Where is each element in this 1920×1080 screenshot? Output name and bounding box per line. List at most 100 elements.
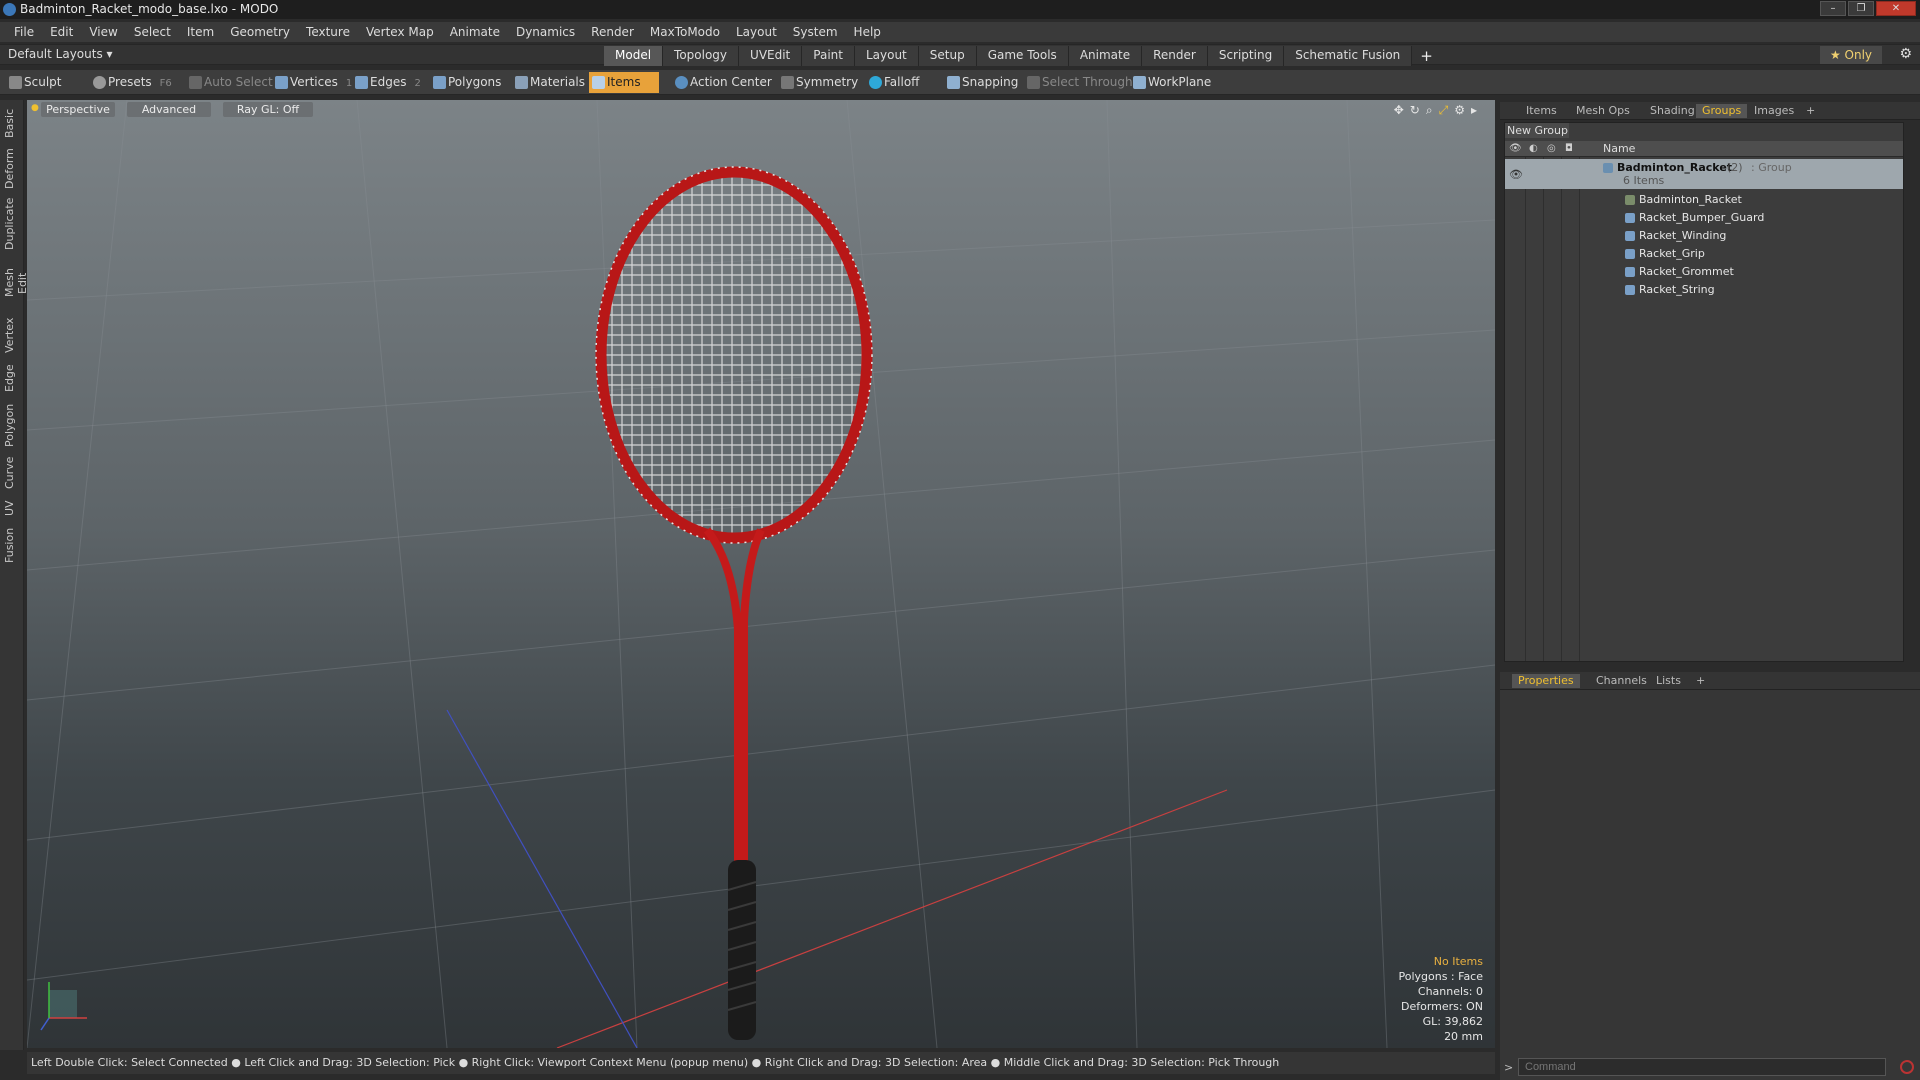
tab-render[interactable]: Render [1142, 46, 1208, 66]
list-item[interactable]: Racket_Grip [1505, 245, 1903, 262]
menu-animate[interactable]: Animate [442, 25, 508, 39]
viewport-settings-icon[interactable]: ⚙ [1454, 103, 1465, 118]
menu-file[interactable]: File [6, 25, 42, 39]
list-item[interactable]: Racket_Winding [1505, 227, 1903, 244]
left-tab-edge[interactable]: Edge [3, 362, 21, 394]
list-item[interactable]: Racket_Grommet [1505, 263, 1903, 280]
tab-setup[interactable]: Setup [918, 46, 977, 66]
rotate-view-icon[interactable]: ↻ [1410, 103, 1420, 118]
left-tab-duplicate[interactable]: Duplicate [3, 198, 21, 250]
render-icon[interactable]: ◐ [1529, 143, 1538, 154]
vertices-icon [275, 76, 288, 89]
left-tab-deform[interactable]: Deform [3, 148, 21, 190]
snapping-button[interactable]: Snapping [944, 72, 1018, 93]
select-through-button[interactable]: Select Through [1024, 72, 1133, 93]
menu-geometry[interactable]: Geometry [222, 25, 298, 39]
menu-edit[interactable]: Edit [42, 25, 81, 39]
group-row-badminton-racket[interactable]: 👁 Badminton_Racket (2) : Group 6 Items [1505, 159, 1903, 189]
move-view-icon[interactable]: ✥ [1394, 103, 1404, 118]
add-panel-tab-button[interactable]: + [1800, 104, 1821, 118]
menu-view[interactable]: View [81, 25, 125, 39]
expand-arrow-icon[interactable]: ▸ [1471, 103, 1477, 118]
group-visibility-icon[interactable]: 👁 [1509, 166, 1523, 183]
visibility-eye-icon[interactable]: 👁 [1509, 143, 1522, 154]
menu-item[interactable]: Item [179, 25, 222, 39]
tab-items[interactable]: Items [1520, 104, 1563, 118]
raygl-button[interactable]: Ray GL: Off [223, 102, 313, 117]
left-tab-uv[interactable]: UV [3, 498, 21, 518]
left-tab-vertex[interactable]: Vertex [3, 316, 21, 354]
tab-schematic-fusion[interactable]: Schematic Fusion [1284, 46, 1413, 66]
tab-lists[interactable]: Lists [1650, 674, 1687, 688]
tab-model[interactable]: Model [604, 46, 664, 66]
menu-select[interactable]: Select [126, 25, 179, 39]
menu-help[interactable]: Help [846, 25, 889, 39]
command-history-icon[interactable] [1900, 1060, 1914, 1074]
menu-system[interactable]: System [785, 25, 846, 39]
tab-paint[interactable]: Paint [802, 46, 855, 66]
left-tab-basic[interactable]: Basic [3, 106, 21, 140]
presets-button[interactable]: Presets F6 [90, 72, 172, 93]
badminton-racket-model[interactable] [595, 166, 873, 1040]
close-button[interactable]: ✕ [1876, 1, 1916, 16]
falloff-button[interactable]: Falloff [866, 72, 919, 93]
3d-viewport[interactable]: ● Perspective Advanced Ray GL: Off ✥ ↻ ⌕… [27, 100, 1495, 1048]
groups-panel-tabs: Items Mesh Ops Shading Groups Images + [1500, 102, 1920, 120]
maximize-button[interactable]: ❐ [1848, 1, 1874, 16]
groups-list: New Group 👁 ◐ ◎ ◘ Name 👁 Badminton_Racke… [1504, 122, 1904, 662]
tab-topology[interactable]: Topology [663, 46, 740, 66]
add-tab-button[interactable]: + [1412, 46, 1441, 66]
tab-scripting[interactable]: Scripting [1207, 46, 1285, 66]
menu-texture[interactable]: Texture [298, 25, 358, 39]
tab-shading[interactable]: Shading [1644, 104, 1701, 118]
select-icon[interactable]: ◘ [1565, 143, 1573, 154]
only-toggle[interactable]: ★ Only [1820, 46, 1882, 64]
zoom-view-icon[interactable]: ⌕ [1426, 103, 1433, 118]
list-item[interactable]: Racket_Bumper_Guard [1505, 209, 1903, 226]
materials-button[interactable]: Materials [512, 72, 585, 93]
workplane-button[interactable]: WorkPlane [1130, 72, 1211, 93]
polygons-button[interactable]: Polygons [430, 72, 501, 93]
left-tab-fusion[interactable]: Fusion [3, 526, 21, 564]
perspective-button[interactable]: Perspective [41, 102, 115, 117]
action-center-button[interactable]: Action Center [672, 72, 772, 93]
left-tab-polygon[interactable]: Polygon [3, 402, 21, 448]
materials-icon [515, 76, 528, 89]
tab-game-tools[interactable]: Game Tools [976, 46, 1069, 66]
window-titlebar: Badminton_Racket_modo_base.lxo - MODO – … [0, 0, 1920, 19]
items-button[interactable]: Items [589, 72, 659, 93]
auto-select-button[interactable]: Auto Select [186, 72, 273, 93]
tab-properties[interactable]: Properties [1512, 674, 1580, 688]
menu-render[interactable]: Render [583, 25, 642, 39]
default-layouts-dropdown[interactable]: Default Layouts ▾ [8, 47, 113, 61]
menu-maxtomodo[interactable]: MaxToModo [642, 25, 728, 39]
lock-icon[interactable]: ◎ [1547, 143, 1556, 154]
add-props-tab-button[interactable]: + [1690, 674, 1711, 688]
menu-vertex-map[interactable]: Vertex Map [358, 25, 442, 39]
tab-animate[interactable]: Animate [1068, 46, 1143, 66]
symmetry-icon [781, 76, 794, 89]
viewport-scene [27, 100, 1495, 1048]
gear-icon[interactable]: ⚙ [1899, 46, 1912, 62]
command-input[interactable] [1518, 1058, 1886, 1076]
left-tab-curve[interactable]: Curve [3, 456, 21, 490]
advanced-button[interactable]: Advanced [127, 102, 211, 117]
minimize-button[interactable]: – [1820, 1, 1846, 16]
tab-uvedit[interactable]: UVEdit [739, 46, 803, 66]
menu-dynamics[interactable]: Dynamics [508, 25, 583, 39]
edges-button[interactable]: Edges 2 [352, 72, 421, 93]
symmetry-button[interactable]: Symmetry [778, 72, 858, 93]
sculpt-button[interactable]: Sculpt [6, 72, 61, 93]
vertices-button[interactable]: Vertices 1 [272, 72, 352, 93]
tab-layout[interactable]: Layout [854, 46, 919, 66]
fit-view-icon[interactable]: ⤢ [1439, 103, 1449, 118]
tab-channels[interactable]: Channels [1590, 674, 1653, 688]
tab-groups[interactable]: Groups [1696, 104, 1748, 118]
tab-images[interactable]: Images [1748, 104, 1800, 118]
list-item[interactable]: Badminton_Racket [1505, 191, 1903, 208]
new-group-button[interactable]: New Group [1505, 123, 1569, 138]
tab-mesh-ops[interactable]: Mesh Ops [1570, 104, 1636, 118]
list-item[interactable]: Racket_String [1505, 281, 1903, 298]
menu-layout[interactable]: Layout [728, 25, 785, 39]
left-tab-mesh-edit[interactable]: Mesh Edit [3, 258, 29, 308]
